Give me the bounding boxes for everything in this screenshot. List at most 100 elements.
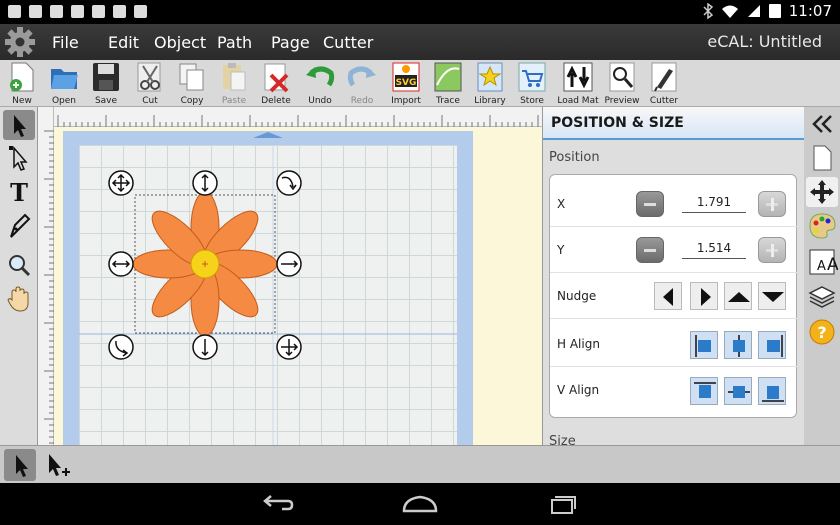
- x-decrement-button[interactable]: [636, 191, 664, 217]
- align-top-button[interactable]: [690, 377, 718, 405]
- y-increment-button[interactable]: [758, 237, 786, 263]
- delete-button[interactable]: Delete: [255, 60, 297, 107]
- y-value-field[interactable]: 1.514: [682, 241, 746, 259]
- text-panel-button[interactable]: AA: [806, 247, 839, 277]
- store-button[interactable]: Store: [511, 60, 553, 107]
- move-handle-icon[interactable]: [108, 170, 134, 196]
- select-mode-button[interactable]: [4, 449, 36, 481]
- design-canvas[interactable]: [79, 145, 457, 455]
- cutter-blade-icon: [651, 62, 677, 92]
- h-align-label: H Align: [557, 337, 600, 351]
- align-top-icon: [694, 382, 716, 398]
- flower-shape[interactable]: [132, 191, 278, 337]
- help-button[interactable]: ?: [806, 317, 838, 347]
- layers-icon: [808, 286, 836, 308]
- layers-panel-button[interactable]: [806, 282, 838, 312]
- y-row: Y 1.514: [550, 227, 798, 273]
- nudge-left-button[interactable]: [654, 282, 682, 310]
- undo-icon: [306, 66, 335, 87]
- position-size-panel: POSITION & SIZE Position X 1.791 Y 1.514…: [542, 107, 805, 449]
- canvas-page[interactable]: [79, 145, 457, 455]
- mail-notification-icon: [29, 5, 42, 18]
- arrow-left-icon: [663, 288, 673, 306]
- cutter-button[interactable]: Cutter: [643, 60, 685, 107]
- v-align-label: V Align: [557, 383, 600, 397]
- x-increment-button[interactable]: [758, 191, 786, 217]
- menu-file[interactable]: File: [52, 33, 79, 52]
- scale-horizontal-right-icon[interactable]: [276, 251, 302, 277]
- library-star-icon: [477, 62, 503, 92]
- recent-apps-icon[interactable]: [542, 491, 582, 517]
- open-folder-icon: [51, 69, 78, 89]
- menu-page[interactable]: Page: [271, 33, 310, 52]
- position-card: X 1.791 Y 1.514 Nudge H Align V Align: [549, 174, 798, 418]
- save-button[interactable]: Save: [85, 60, 127, 107]
- nudge-row: Nudge: [550, 273, 798, 319]
- align-bottom-button[interactable]: [758, 377, 786, 405]
- align-center-h-button[interactable]: [724, 331, 752, 359]
- align-center-h-icon: [733, 335, 745, 357]
- position-panel-button[interactable]: [806, 177, 838, 207]
- battery-icon: [768, 4, 781, 18]
- text-tool[interactable]: T: [3, 177, 35, 207]
- scale-proportional-icon[interactable]: [276, 334, 302, 360]
- node-edit-tool[interactable]: [3, 143, 35, 173]
- mat-feed-arrow-icon: [253, 132, 283, 138]
- menu-object[interactable]: Object: [154, 33, 206, 52]
- nudge-down-button[interactable]: [758, 282, 786, 310]
- nudge-up-button[interactable]: [724, 282, 752, 310]
- svg-text:T: T: [10, 178, 28, 207]
- pan-tool[interactable]: [3, 284, 35, 314]
- scale-horizontal-left-icon[interactable]: [108, 251, 134, 277]
- text-tool-icon: T: [10, 178, 28, 207]
- position-section-label: Position: [549, 150, 600, 165]
- collapse-panel-button[interactable]: [806, 109, 838, 139]
- x-value-field[interactable]: 1.791: [682, 195, 746, 213]
- scale-vertical-top-icon[interactable]: [192, 170, 218, 196]
- download-notification-icon: [50, 5, 63, 18]
- gear-icon[interactable]: [4, 26, 36, 58]
- system-nav-bar: [0, 483, 840, 525]
- signal-icon: [747, 5, 760, 17]
- align-right-button[interactable]: [758, 331, 786, 359]
- document-title: eCAL: Untitled: [707, 32, 822, 51]
- floppy-disk-icon: [93, 63, 119, 91]
- task-notification-icon: [113, 5, 126, 18]
- nudge-right-button[interactable]: [690, 282, 718, 310]
- canvas-work-area[interactable]: [54, 127, 542, 455]
- menu-cutter[interactable]: Cutter: [323, 33, 373, 52]
- select-arrow-icon: [14, 115, 26, 137]
- collapse-panel-icon: [812, 115, 832, 133]
- palette-icon: [809, 213, 836, 239]
- add-select-arrow-icon: [49, 454, 70, 476]
- rotate-bottom-left-icon[interactable]: [108, 334, 134, 360]
- align-right-icon: [767, 335, 783, 357]
- svg-text:SVG: SVG: [396, 78, 417, 88]
- menu-edit[interactable]: Edit: [108, 33, 139, 52]
- align-left-button[interactable]: [690, 331, 718, 359]
- color-panel-button[interactable]: [806, 211, 838, 241]
- page-panel-button[interactable]: [806, 143, 838, 173]
- back-icon[interactable]: [258, 491, 298, 517]
- paste-icon: [223, 63, 246, 91]
- notification-icons: [8, 5, 147, 18]
- delete-icon: [264, 63, 289, 93]
- scale-vertical-bottom-icon[interactable]: [192, 334, 218, 360]
- y-decrement-button[interactable]: [636, 237, 664, 263]
- cutting-mat: [63, 131, 473, 455]
- pen-tool[interactable]: [3, 211, 35, 241]
- pen-tool-icon: [10, 213, 31, 238]
- select-arrow-icon: [16, 455, 28, 477]
- redo-button[interactable]: Redo: [341, 60, 383, 107]
- select-tool[interactable]: [3, 110, 35, 140]
- copy-icon: [179, 63, 204, 91]
- add-select-mode-button[interactable]: [40, 449, 72, 481]
- home-icon[interactable]: [400, 491, 440, 517]
- load-mat-button[interactable]: Load Mat: [557, 60, 599, 107]
- wifi-icon: [721, 5, 738, 18]
- align-center-v-button[interactable]: [724, 377, 752, 405]
- menu-path[interactable]: Path: [217, 33, 252, 52]
- zoom-tool[interactable]: [3, 250, 35, 280]
- rotate-top-right-icon[interactable]: [276, 170, 302, 196]
- horizontal-ruler-ticks: [57, 115, 539, 127]
